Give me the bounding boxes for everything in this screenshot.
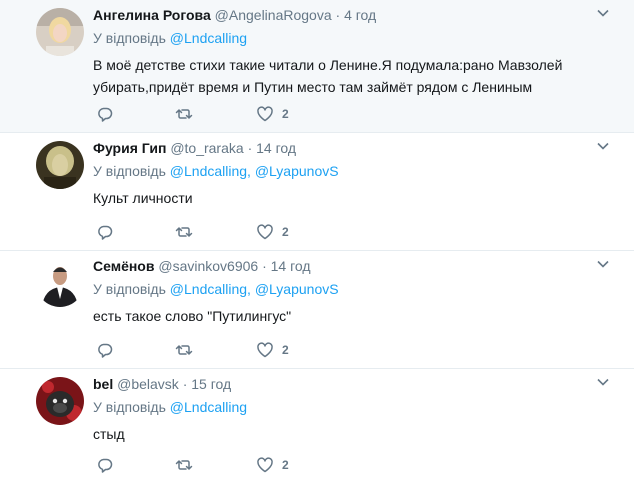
retweet-icon bbox=[175, 460, 193, 470]
like-count: 2 bbox=[282, 225, 289, 239]
reply-context: У відповідь @Lndcalling, @LyapunovS bbox=[93, 281, 339, 297]
tweet-header: Семёнов @savinkov6906 · 14 год bbox=[93, 255, 614, 277]
tweet-text: Культ личности bbox=[93, 190, 193, 206]
reply-button[interactable] bbox=[96, 340, 122, 360]
tweet-text: стыд bbox=[93, 426, 125, 442]
tweet[interactable]: Ангелина Рогова @AngelinaRogova · 4 год … bbox=[0, 0, 634, 133]
separator-dot: · bbox=[335, 7, 341, 23]
tweet-header: Фурия Гип @to_raraka · 14 год bbox=[93, 137, 614, 159]
reply-context: У відповідь @Lndcalling, @LyapunovS bbox=[93, 163, 339, 179]
mention-link[interactable]: @LyapunovS bbox=[255, 281, 339, 297]
reply-button[interactable] bbox=[96, 222, 122, 242]
like-button[interactable]: 2 bbox=[256, 222, 289, 242]
heart-icon bbox=[257, 106, 273, 122]
reply-button[interactable] bbox=[96, 455, 122, 475]
timestamp[interactable]: 15 год bbox=[191, 376, 231, 392]
mention-link[interactable]: @Lndcalling bbox=[170, 163, 247, 179]
reply-icon bbox=[98, 343, 113, 358]
timestamp[interactable]: 4 год bbox=[344, 7, 376, 23]
reply-prefix: У відповідь bbox=[93, 399, 166, 415]
retweet-button[interactable] bbox=[175, 222, 201, 242]
tweet-text: есть такое слово "Путилингус" bbox=[93, 308, 292, 324]
heart-icon bbox=[257, 457, 273, 473]
reply-icon bbox=[98, 458, 113, 473]
heart-icon bbox=[257, 342, 273, 358]
tweet-actions: 2 bbox=[93, 455, 393, 475]
avatar[interactable] bbox=[36, 141, 84, 189]
reply-context: У відповідь @Lndcalling bbox=[93, 27, 614, 49]
display-name[interactable]: Семёнов bbox=[93, 258, 154, 274]
tweet-actions: 2 bbox=[93, 222, 393, 242]
user-handle[interactable]: @belavsk bbox=[117, 376, 179, 392]
chevron-down-icon[interactable] bbox=[596, 257, 610, 271]
tweet-actions: 2 bbox=[93, 104, 393, 124]
tweet[interactable]: Семёнов @savinkov6906 · 14 год У відпові… bbox=[0, 251, 634, 369]
avatar[interactable] bbox=[36, 377, 84, 425]
user-handle[interactable]: @AngelinaRogova bbox=[215, 7, 332, 23]
reply-icon bbox=[98, 107, 113, 122]
avatar[interactable] bbox=[36, 8, 84, 56]
chevron-down-icon[interactable] bbox=[596, 6, 610, 20]
like-count: 2 bbox=[282, 343, 289, 357]
retweet-icon bbox=[175, 227, 193, 237]
reply-context: У відповідь @Lndcalling bbox=[93, 396, 614, 418]
mention-link[interactable]: @LyapunovS bbox=[255, 163, 339, 179]
retweet-button[interactable] bbox=[175, 340, 201, 360]
like-count: 2 bbox=[282, 458, 289, 472]
tweet[interactable]: Фурия Гип @to_raraka · 14 год У відповід… bbox=[0, 133, 634, 251]
user-handle[interactable]: @to_raraka bbox=[170, 140, 243, 156]
separator-dot: · bbox=[262, 258, 267, 274]
user-handle[interactable]: @savinkov6906 bbox=[158, 258, 258, 274]
like-count: 2 bbox=[282, 107, 289, 121]
retweet-button[interactable] bbox=[175, 104, 201, 124]
display-name[interactable]: Фурия Гип bbox=[93, 140, 166, 156]
reply-button[interactable] bbox=[96, 104, 122, 124]
mention-link[interactable]: @Lndcalling bbox=[170, 399, 247, 415]
tweet-text: В моё детстве стихи такие читали о Ленин… bbox=[93, 57, 563, 95]
timestamp[interactable]: 14 год bbox=[271, 258, 311, 274]
avatar[interactable] bbox=[36, 259, 84, 307]
like-button[interactable]: 2 bbox=[256, 340, 289, 360]
reply-prefix: У відповідь bbox=[93, 281, 166, 297]
reply-prefix: У відповідь bbox=[93, 163, 166, 179]
display-name[interactable]: Ангелина Рогова bbox=[93, 7, 211, 23]
tweet-header: Ангелина Рогова @AngelinaRogova · 4 год bbox=[93, 4, 614, 26]
chevron-down-icon[interactable] bbox=[596, 139, 610, 153]
reply-icon bbox=[98, 225, 113, 240]
like-button[interactable]: 2 bbox=[256, 104, 289, 124]
retweet-icon bbox=[175, 345, 193, 355]
tweet-header: bel @belavsk · 15 год bbox=[93, 373, 614, 395]
retweet-icon bbox=[175, 109, 193, 119]
tweet[interactable]: bel @belavsk · 15 год У відповідь @Lndca… bbox=[0, 369, 634, 483]
retweet-button[interactable] bbox=[175, 455, 201, 475]
like-button[interactable]: 2 bbox=[256, 455, 289, 475]
reply-prefix: У відповідь bbox=[93, 30, 166, 46]
timestamp[interactable]: 14 год bbox=[256, 140, 296, 156]
chevron-down-icon[interactable] bbox=[596, 375, 610, 389]
mention-link[interactable]: @Lndcalling bbox=[170, 30, 247, 46]
display-name[interactable]: bel bbox=[93, 376, 113, 392]
tweet-actions: 2 bbox=[93, 340, 393, 360]
mention-link[interactable]: @Lndcalling bbox=[170, 281, 247, 297]
separator-dot: · bbox=[247, 140, 253, 156]
separator-dot: · bbox=[182, 376, 188, 392]
heart-icon bbox=[257, 224, 273, 240]
